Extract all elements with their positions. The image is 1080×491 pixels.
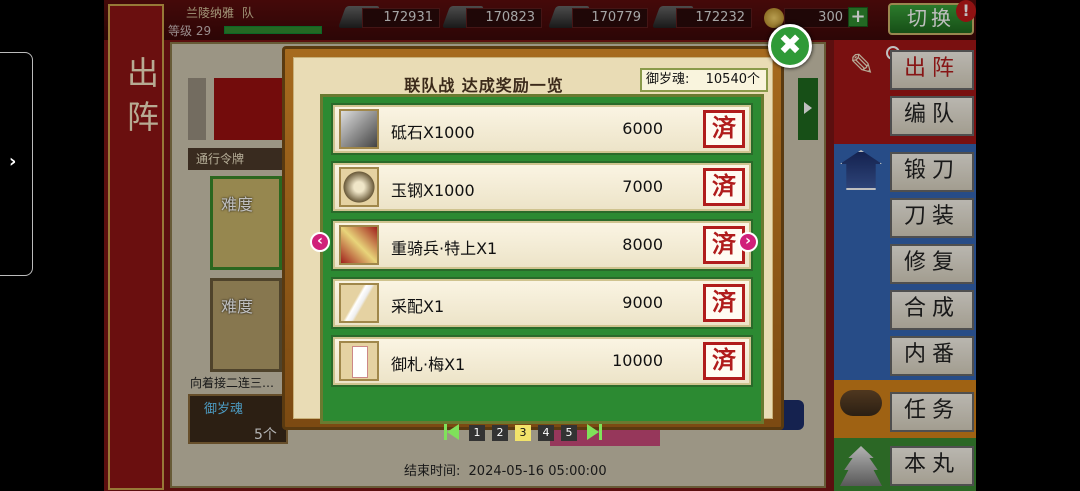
page-1-button[interactable]: 1: [469, 425, 485, 441]
reward-points: 8000: [622, 235, 663, 254]
first-page-icon[interactable]: [444, 424, 459, 440]
heavy-cavalry-icon: [339, 225, 379, 265]
soul-counter: 御岁魂: 10540个: [640, 68, 768, 92]
dialog-title: 联队战 达成奖励一览: [404, 76, 564, 95]
soul-label: 御岁魂:: [646, 72, 690, 87]
page-2-button[interactable]: 2: [492, 425, 508, 441]
reward-row: 砥石X1000 6000 済: [331, 103, 753, 155]
reward-points: 6000: [622, 119, 663, 138]
reward-list-dialog: 联队战 达成奖励一览 御岁魂: 10540个 砥石X1000 6000 済 玉钢…: [282, 46, 784, 441]
claimed-stamp: 済: [703, 342, 745, 380]
reward-row: 御札·梅X1 10000 済: [331, 335, 753, 387]
game-screen: 兰陵纳雅 队 等级 29 172931 170823 170779 172232…: [104, 0, 976, 491]
reward-points: 10000: [612, 351, 663, 370]
claimed-stamp: 済: [703, 110, 745, 148]
reward-name: 采配X1: [391, 297, 445, 316]
prev-page-arrow-icon[interactable]: ‹: [310, 232, 330, 252]
chevron-right-icon: ›: [9, 151, 17, 172]
reward-row: 采配X1 9000 済: [331, 277, 753, 329]
reward-points: 9000: [622, 293, 663, 312]
page-4-button[interactable]: 4: [538, 425, 554, 441]
last-page-icon[interactable]: [587, 424, 602, 440]
reward-name: 御札·梅X1: [391, 355, 466, 374]
reward-name: 玉钢X1000: [391, 181, 475, 200]
screen-right-margin: [976, 0, 1080, 491]
page-3-button[interactable]: 3: [515, 425, 531, 441]
saihai-icon: [339, 283, 379, 323]
claimed-stamp: 済: [703, 284, 745, 322]
reward-name: 砥石X1000: [391, 123, 475, 142]
reward-points: 7000: [622, 177, 663, 196]
whetstone-icon: [339, 109, 379, 149]
soul-value: 10540个: [705, 72, 760, 87]
tamahagane-icon: [339, 167, 379, 207]
reward-row: 玉钢X1000 7000 済: [331, 161, 753, 213]
side-panel-handle[interactable]: ›: [0, 52, 33, 276]
page-5-button[interactable]: 5: [561, 425, 577, 441]
reward-row: 重骑兵·特上X1 8000 済: [331, 219, 753, 271]
next-page-arrow-icon[interactable]: ›: [738, 232, 758, 252]
reward-name: 重骑兵·特上X1: [391, 239, 498, 258]
claimed-stamp: 済: [703, 168, 745, 206]
ofuda-icon: [339, 341, 379, 381]
dialog-body: 联队战 达成奖励一览 御岁魂: 10540个 砥石X1000 6000 済 玉钢…: [293, 57, 773, 441]
close-dialog-button[interactable]: ✖: [768, 24, 812, 68]
reward-list: 砥石X1000 6000 済 玉钢X1000 7000 済 重骑兵·特上X1 8…: [320, 94, 764, 441]
